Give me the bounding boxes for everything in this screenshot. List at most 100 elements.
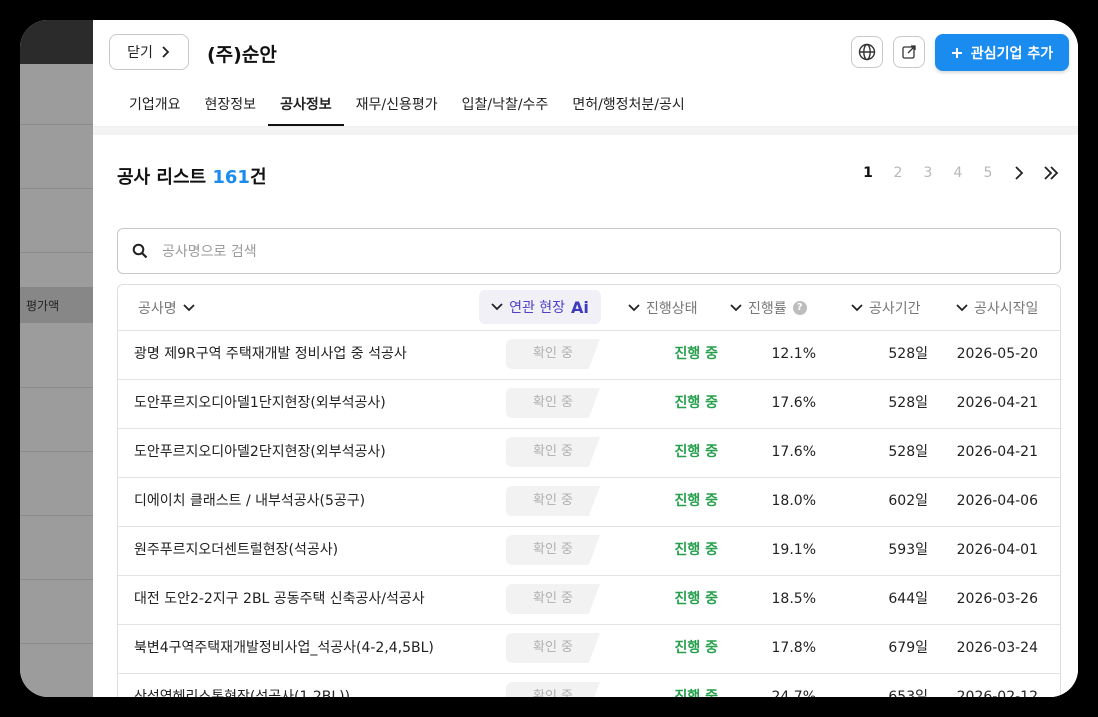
column-header-name[interactable]: 공사명 xyxy=(138,285,195,330)
chevron-down-icon xyxy=(628,303,640,311)
next-page-button[interactable] xyxy=(1003,166,1035,180)
close-button[interactable]: 닫기 xyxy=(109,34,189,70)
checking-badge: 확인 중 xyxy=(506,339,600,369)
globe-button[interactable] xyxy=(851,36,883,68)
table-row[interactable]: 광명 제9R구역 주택재개발 정비사업 중 석공사 확인 중 진행 중 12.1… xyxy=(118,330,1060,380)
tab-bar: 기업개요 현장정보 공사정보 재무/신용평가 입찰/낙찰/수주 면허/행정처분/… xyxy=(93,88,697,126)
status: 진행 중 xyxy=(674,395,718,411)
page-2[interactable]: 2 xyxy=(883,165,913,181)
chevron-right-icon xyxy=(162,46,170,58)
tab-finance-credit[interactable]: 재무/신용평가 xyxy=(344,88,450,124)
related-site-cell: 확인 중 xyxy=(506,584,600,614)
project-name: 북변4구역주택재개발정비사업_석공사(4-2,4,5BL) xyxy=(134,640,434,656)
tab-bid-award[interactable]: 입찰/낙찰/수주 xyxy=(450,88,561,124)
checking-badge: 확인 중 xyxy=(506,388,600,418)
search-input[interactable] xyxy=(160,241,1024,263)
period: 679일 xyxy=(888,640,928,656)
close-label: 닫기 xyxy=(127,45,153,61)
add-interest-company-button[interactable]: 관심기업 추가 xyxy=(935,34,1069,71)
background-divider xyxy=(20,579,93,580)
checking-badge: 확인 중 xyxy=(506,535,600,565)
page-5[interactable]: 5 xyxy=(973,165,1003,181)
column-header-status[interactable]: 진행상태 xyxy=(628,285,698,330)
start-date: 2026-02-12 xyxy=(956,689,1038,697)
table-row[interactable]: 북변4구역주택재개발정비사업_석공사(4-2,4,5BL) 확인 중 진행 중 … xyxy=(118,624,1060,674)
table-row[interactable]: 산성역헤리스톤현장(석공사(1,2BL)) 확인 중 진행 중 24.7% 65… xyxy=(118,673,1060,697)
progress-rate: 19.1% xyxy=(771,542,816,558)
search-box xyxy=(117,228,1061,274)
column-status-label: 진행상태 xyxy=(646,300,698,317)
period: 602일 xyxy=(888,493,928,509)
table-row[interactable]: 도안푸르지오디아델2단지현장(외부석공사) 확인 중 진행 중 17.6% 52… xyxy=(118,428,1060,478)
project-name: 디에이치 클래스트 / 내부석공사(5공구) xyxy=(134,493,366,509)
construction-table: 공사명 연관 현장 Ai 진행상태 진행률 ? 공사기간 공사시작일 광명 제9… xyxy=(117,284,1061,697)
search-icon xyxy=(132,243,148,259)
tab-construction-info[interactable]: 공사정보 xyxy=(268,88,344,126)
pagination: 1 2 3 4 5 xyxy=(853,165,1067,181)
list-count-suffix: 건 xyxy=(249,167,267,188)
chevron-down-icon xyxy=(491,303,503,311)
column-header-rate[interactable]: 진행률 ? xyxy=(730,285,807,330)
period: 528일 xyxy=(888,346,928,362)
related-site-cell: 확인 중 xyxy=(506,339,600,369)
page-3[interactable]: 3 xyxy=(913,165,943,181)
column-period-label: 공사기간 xyxy=(869,300,921,317)
progress-rate: 24.7% xyxy=(771,689,816,697)
related-site-cell: 확인 중 xyxy=(506,633,600,663)
start-date: 2026-04-01 xyxy=(956,542,1038,558)
table-row[interactable]: 디에이치 클래스트 / 내부석공사(5공구) 확인 중 진행 중 18.0% 6… xyxy=(118,477,1060,527)
period: 528일 xyxy=(888,444,928,460)
last-page-button[interactable] xyxy=(1035,166,1067,180)
page-4[interactable]: 4 xyxy=(943,165,973,181)
list-title-text: 공사 리스트 xyxy=(117,167,207,188)
related-site-cell: 확인 중 xyxy=(506,388,600,418)
checking-badge: 확인 중 xyxy=(506,584,600,614)
help-icon[interactable]: ? xyxy=(792,300,807,315)
project-name: 원주푸르지오더센트럴현장(석공사) xyxy=(134,542,339,558)
related-site-cell: 확인 중 xyxy=(506,535,600,565)
start-date: 2026-03-24 xyxy=(956,640,1038,656)
checking-badge: 확인 중 xyxy=(506,682,600,697)
background-divider xyxy=(20,451,93,452)
project-name: 도안푸르지오디아델1단지현장(외부석공사) xyxy=(134,395,386,411)
background-page: 평가액 xyxy=(20,20,93,697)
chevron-right-icon xyxy=(1015,166,1024,180)
progress-rate: 17.8% xyxy=(771,640,816,656)
column-name-label: 공사명 xyxy=(138,300,177,317)
background-topbar xyxy=(20,20,93,64)
column-header-start[interactable]: 공사시작일 xyxy=(956,285,1038,330)
plus-icon xyxy=(951,47,962,58)
open-external-button[interactable] xyxy=(893,36,925,68)
period: 593일 xyxy=(888,542,928,558)
related-site-cell: 확인 중 xyxy=(506,682,600,697)
column-header-period[interactable]: 공사기간 xyxy=(851,285,921,330)
table-row[interactable]: 원주푸르지오더센트럴현장(석공사) 확인 중 진행 중 19.1% 593일 2… xyxy=(118,526,1060,576)
period: 528일 xyxy=(888,395,928,411)
table-row[interactable]: 도안푸르지오디아델1단지현장(외부석공사) 확인 중 진행 중 17.6% 52… xyxy=(118,379,1060,429)
table-row[interactable]: 대전 도안2-2지구 2BL 공동주택 신축공사/석공사 확인 중 진행 중 1… xyxy=(118,575,1060,625)
background-divider xyxy=(20,188,93,189)
checking-badge: 확인 중 xyxy=(506,486,600,516)
start-date: 2026-03-26 xyxy=(956,591,1038,607)
add-button-label: 관심기업 추가 xyxy=(970,45,1054,62)
tab-site-info[interactable]: 현장정보 xyxy=(193,88,269,124)
related-site-cell: 확인 중 xyxy=(506,486,600,516)
status: 진행 중 xyxy=(674,689,718,697)
page-1[interactable]: 1 xyxy=(853,165,883,181)
panel-header: 닫기 (주)순안 관심기업 추가 기업개요 현장정보 공사정보 재무/신용평가 … xyxy=(93,20,1078,127)
ai-badge: Ai xyxy=(571,297,589,317)
status: 진행 중 xyxy=(674,591,718,607)
double-chevron-right-icon xyxy=(1044,166,1059,180)
column-start-label: 공사시작일 xyxy=(974,300,1039,317)
checking-badge: 확인 중 xyxy=(506,633,600,663)
globe-icon xyxy=(858,43,876,61)
background-divider xyxy=(20,252,93,253)
column-header-related-site[interactable]: 연관 현장 Ai xyxy=(479,290,601,324)
status: 진행 중 xyxy=(674,640,718,656)
progress-rate: 12.1% xyxy=(771,346,816,362)
start-date: 2026-04-21 xyxy=(956,444,1038,460)
project-name: 광명 제9R구역 주택재개발 정비사업 중 석공사 xyxy=(134,346,407,362)
device-frame: 평가액 닫기 (주)순안 관심기업 추가 기업개요 현장정보 공사정보 재무/신… xyxy=(0,0,1098,717)
tab-license-disclosure[interactable]: 면허/행정처분/공시 xyxy=(560,88,696,124)
tab-company-overview[interactable]: 기업개요 xyxy=(117,88,193,124)
